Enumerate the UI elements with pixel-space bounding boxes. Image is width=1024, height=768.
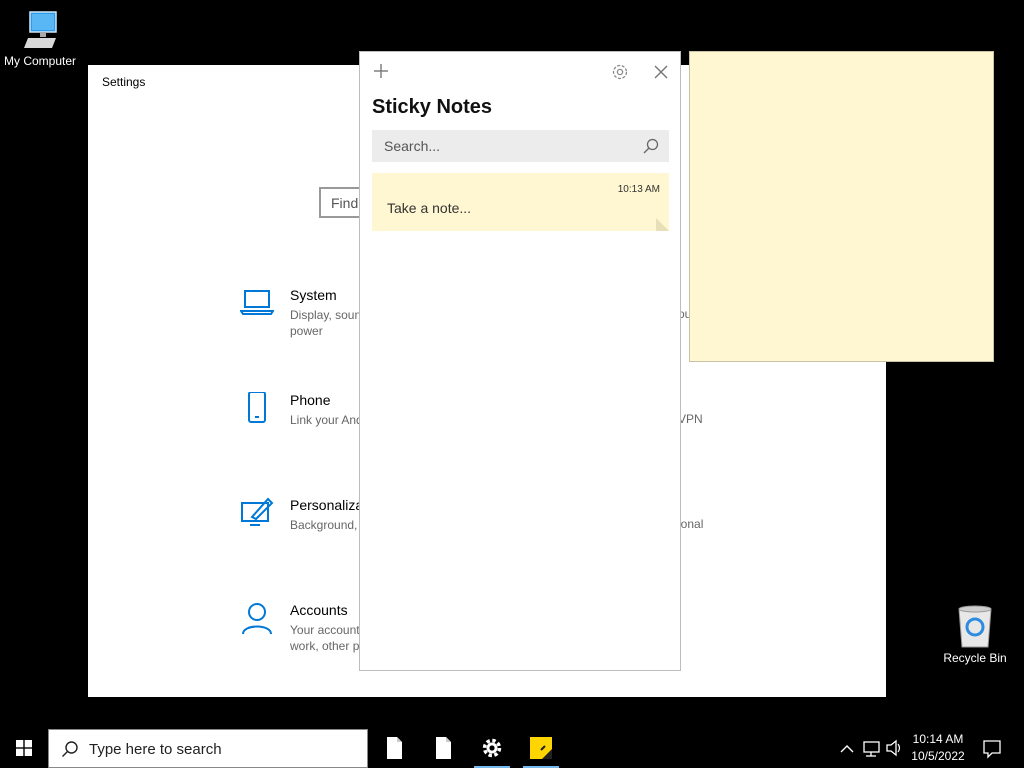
category-name: Accounts [290, 602, 348, 618]
search-placeholder: Type here to search [89, 741, 222, 758]
taskbar-app-sticky-notes[interactable] [517, 728, 565, 768]
desktop-icon-recycle-bin[interactable]: Recycle Bin [935, 603, 1015, 665]
search-icon [62, 741, 78, 757]
person-icon [242, 603, 272, 635]
recycle-bin-icon [958, 605, 992, 648]
volume-icon[interactable] [885, 728, 903, 768]
desktop: My Computer Recycle Bin Settings Find Sy… [0, 0, 1024, 720]
gear-icon [482, 738, 502, 758]
search-box [372, 130, 669, 162]
network-icon[interactable] [862, 728, 882, 768]
category-description: Your account work, other p [290, 623, 360, 653]
category-description-fragment: ional [678, 517, 704, 531]
start-button[interactable] [0, 728, 48, 768]
sticky-notes-icon [530, 737, 552, 759]
clock-time: 10:14 AM [912, 732, 964, 746]
laptop-icon [240, 290, 274, 315]
monitor-icon [24, 11, 57, 48]
desktop-icon-label: My Computer [3, 54, 77, 68]
close-icon[interactable] [650, 61, 672, 83]
file-icon [436, 737, 451, 759]
file-icon [387, 737, 402, 759]
taskbar-app-file[interactable] [370, 728, 418, 768]
windows-logo-icon [16, 740, 32, 756]
desktop-icon-label: Recycle Bin [943, 651, 1007, 665]
category-name: Phone [290, 392, 331, 408]
category-name: Personaliza [290, 497, 364, 513]
gear-icon[interactable] [609, 61, 631, 83]
add-note-icon[interactable] [370, 60, 392, 82]
desktop-icon-my-computer[interactable]: My Computer [0, 8, 80, 68]
sticky-notes-window: Sticky Notes 10:13 AM Take a note... [359, 51, 681, 671]
category-description-fragment: VPN [678, 412, 703, 426]
taskbar-app-file[interactable] [419, 728, 467, 768]
page-title: Sticky Notes [372, 96, 493, 118]
note-card[interactable]: 10:13 AM Take a note... [372, 173, 669, 231]
category-name: System [290, 287, 337, 303]
clock[interactable]: 10:14 AM 10/5/2022 [905, 731, 971, 765]
taskbar-app-settings[interactable] [468, 728, 516, 768]
chevron-up-icon[interactable] [839, 728, 855, 768]
window-title: Settings [102, 75, 146, 89]
taskbar-search[interactable]: Type here to search [48, 729, 368, 768]
open-note-window[interactable] [689, 51, 994, 362]
category-description: Background, [290, 518, 358, 532]
category-description: Display, soun power [290, 308, 362, 338]
clock-date: 10/5/2022 [911, 749, 965, 763]
taskbar: Type here to search 10:14 AM 10/5/2022 [0, 728, 1024, 768]
category-description: Link your And [290, 413, 363, 427]
note-timestamp: 10:13 AM [617, 184, 660, 195]
phone-icon [248, 392, 266, 423]
note-corner-fold [656, 218, 669, 231]
search-input[interactable] [372, 130, 637, 162]
personalization-icon [241, 497, 274, 526]
note-text: Take a note... [387, 200, 472, 216]
notification-icon[interactable] [982, 728, 1002, 768]
search-icon[interactable] [642, 137, 660, 155]
